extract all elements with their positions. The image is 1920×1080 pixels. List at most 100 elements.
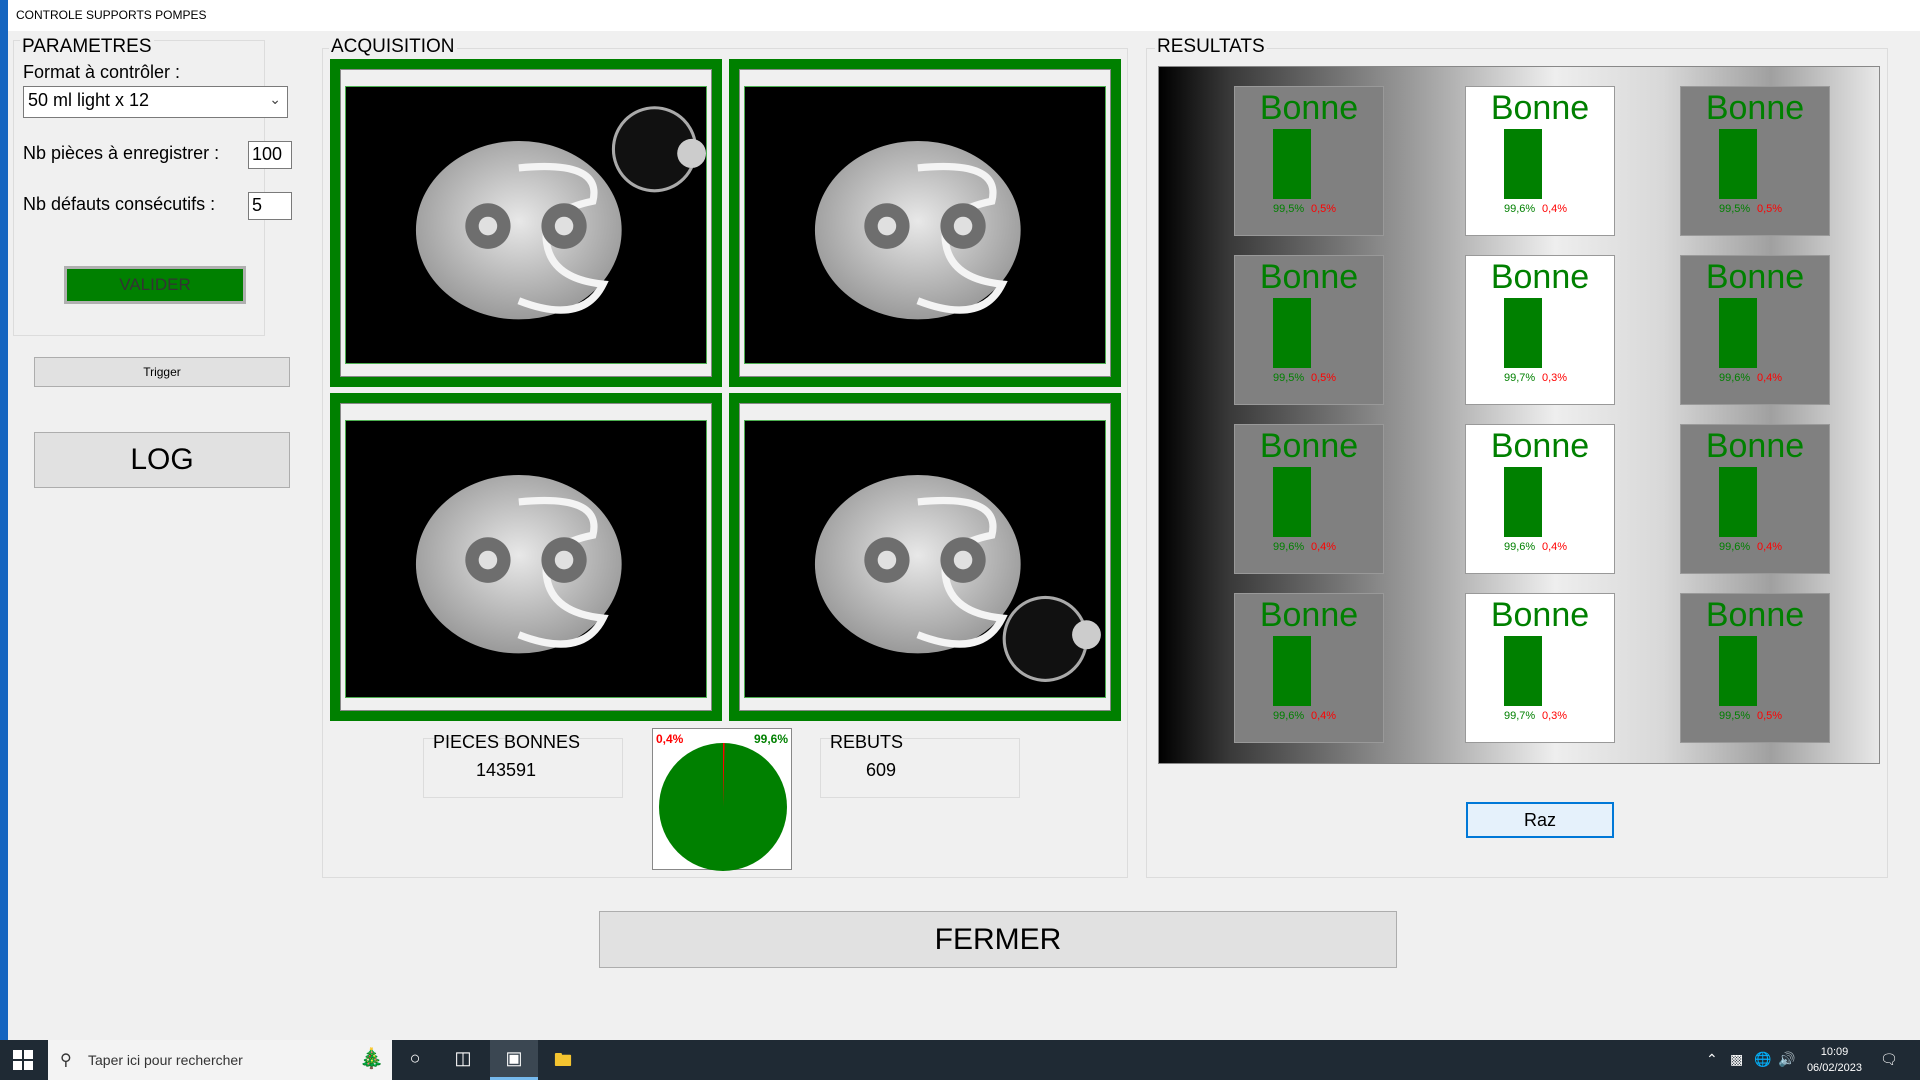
file-explorer-icon[interactable]: 🖿 [548,1048,578,1078]
result-status: Bonne [1259,427,1359,465]
result-tile: Bonne 99,5% 0,5% [1234,86,1384,236]
result-good-pct: 99,6% [1273,710,1305,722]
tray-chevron-icon[interactable]: ⌃ [1706,1051,1718,1068]
result-bar [1273,636,1311,706]
search-icon: ⚲ [60,1052,72,1069]
result-bad-pct: 0,4% [1311,710,1337,722]
result-good-pct: 99,5% [1273,203,1305,215]
search-placeholder: Taper ici pour rechercher [88,1052,243,1068]
valider-button[interactable]: VALIDER [64,266,246,304]
task-view-icon[interactable]: ◫ [448,1048,478,1069]
result-tile: Bonne 99,6% 0,4% [1680,424,1830,574]
app-window-taskbar-item[interactable]: ▣ [490,1040,538,1080]
result-bad-pct: 0,4% [1757,541,1783,553]
search-highlight-icon: 🎄 [359,1048,384,1070]
result-good-pct: 99,6% [1273,541,1305,553]
result-status: Bonne [1490,427,1590,465]
meet-icon[interactable]: ▩ [1730,1051,1743,1068]
raz-button[interactable]: Raz [1466,802,1614,838]
result-status: Bonne [1490,89,1590,127]
result-good-pct: 99,5% [1719,710,1751,722]
result-tile: Bonne 99,6% 0,4% [1234,593,1384,743]
acquisition-frame-inner [340,403,712,711]
result-bar [1273,298,1311,368]
result-tile: Bonne 99,5% 0,5% [1680,86,1830,236]
result-tile: Bonne 99,5% 0,5% [1680,593,1830,743]
result-bad-pct: 0,4% [1311,541,1337,553]
result-good-pct: 99,6% [1504,541,1536,553]
result-status: Bonne [1259,89,1359,127]
result-bad-pct: 0,5% [1757,710,1783,722]
acquisition-frame-inner [340,69,712,377]
pieces-bonnes-value: 143591 [476,760,537,780]
result-tile: Bonne 99,6% 0,4% [1465,86,1615,236]
parametres-title: PARAMETRES [20,36,154,58]
chevron-down-icon[interactable]: ⌄ [269,91,281,108]
log-button[interactable]: LOG [34,432,290,488]
clock-time: 10:09 [1820,1046,1849,1058]
ratio-pie-chart [659,743,787,871]
result-bar [1273,129,1311,199]
result-tile: Bonne 99,6% 0,4% [1465,424,1615,574]
result-tile: Bonne 99,7% 0,3% [1465,593,1615,743]
result-tile: Bonne 99,7% 0,3% [1465,255,1615,405]
camera-image [744,86,1106,364]
result-status: Bonne [1705,89,1805,127]
trigger-button[interactable]: Trigger [34,357,290,387]
rebuts-value: 609 [866,760,897,780]
result-bar [1504,298,1542,368]
result-bad-pct: 0,3% [1542,710,1568,722]
camera-image [744,420,1106,698]
format-select-value: 50 ml light x 12 [28,90,150,110]
format-select[interactable]: 50 ml light x 12 ⌄ [23,86,288,118]
result-good-pct: 99,6% [1719,372,1751,384]
result-tile: Bonne 99,6% 0,4% [1234,424,1384,574]
result-bar [1719,467,1757,537]
cortana-icon[interactable]: ○ [400,1048,430,1069]
pie-good-label: 99,6% [753,732,788,746]
result-bad-pct: 0,5% [1757,203,1783,215]
network-icon[interactable]: 🌐 [1754,1051,1771,1068]
result-bar [1504,129,1542,199]
result-bad-pct: 0,5% [1311,372,1337,384]
rebuts-label: REBUTS [830,732,904,752]
result-status: Bonne [1705,596,1805,634]
nb-defauts-input[interactable]: 5 [248,192,292,220]
result-bad-pct: 0,4% [1757,372,1783,384]
camera-image [345,420,707,698]
pieces-bonnes-label: PIECES BONNES [433,732,581,752]
result-tile: Bonne 99,6% 0,4% [1680,255,1830,405]
result-bar [1504,467,1542,537]
result-status: Bonne [1705,427,1805,465]
nb-defauts-label: Nb défauts consécutifs : [23,194,216,214]
result-bar [1719,298,1757,368]
result-status: Bonne [1490,258,1590,296]
result-bad-pct: 0,3% [1542,372,1568,384]
result-status: Bonne [1259,596,1359,634]
notification-icon[interactable]: 🗨 [1880,1051,1898,1068]
pie-bad-label: 0,4% [656,732,684,746]
result-bar [1504,636,1542,706]
camera-image [345,86,707,364]
nb-pieces-input[interactable]: 100 [248,141,292,169]
ratio-pie-box: 0,4% 99,6% [652,728,792,871]
result-good-pct: 99,7% [1504,710,1536,722]
app-window: CONTROLE SUPPORTS POMPES PARAMETRES Form… [8,0,1920,1040]
acquisition-frame [729,59,1121,387]
acquisition-frame-inner [739,403,1111,711]
volume-icon[interactable]: 🔊 [1778,1051,1795,1068]
camera-image-drawing [814,140,1021,320]
result-status: Bonne [1705,258,1805,296]
acquisition-frame [729,393,1121,721]
windows-start-icon[interactable] [10,1048,36,1072]
taskbar-search[interactable]: ⚲ Taper ici pour rechercher 🎄 [48,1040,392,1080]
format-label: Format à contrôler : [23,62,181,82]
camera-image-drawing [415,474,622,654]
fermer-button[interactable]: FERMER [599,911,1397,968]
result-bar [1719,636,1757,706]
clock-date: 06/02/2023 [1806,1062,1862,1074]
resultats-title: RESULTATS [1155,36,1267,58]
window-title: CONTROLE SUPPORTS POMPES [8,0,1920,31]
taskbar-clock[interactable]: 10:09 06/02/2023 [1807,1044,1862,1076]
result-bad-pct: 0,4% [1542,203,1568,215]
